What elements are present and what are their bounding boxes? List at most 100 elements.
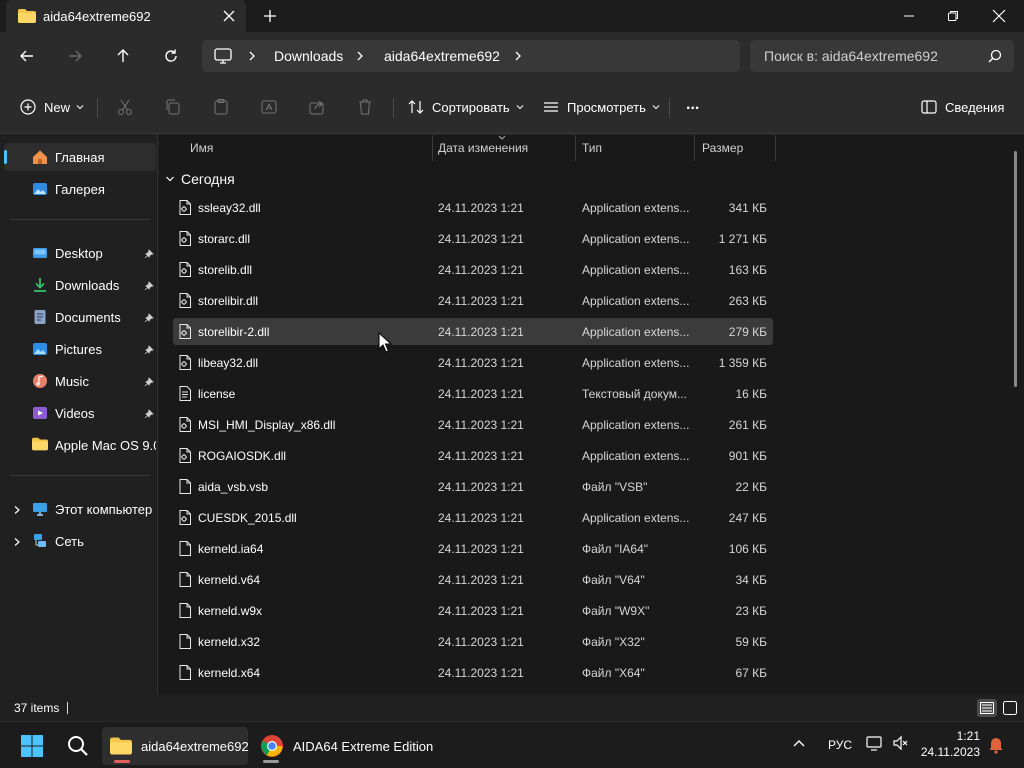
chevron-up-icon[interactable] [792, 737, 806, 751]
chevron-right-icon[interactable] [12, 535, 22, 550]
sidebar-item-music[interactable]: Music [4, 367, 156, 395]
new-tab-icon[interactable] [262, 8, 278, 24]
paste-button[interactable] [212, 96, 230, 118]
file-row[interactable]: kerneld.v64 24.11.2023 1:21 Файл "V64" 34 К… [173, 566, 773, 593]
address-row: Downloads aida64extreme692 Поиск в: aida… [0, 32, 1024, 80]
view-button[interactable]: Просмотреть [543, 96, 660, 118]
pin-icon[interactable] [144, 279, 154, 294]
scrollbar[interactable] [1014, 151, 1017, 387]
file-row[interactable]: license 24.11.2023 1:21 Текстовый докум...… [173, 380, 773, 407]
clock[interactable]: 1:21 24.11.2023 [910, 728, 980, 760]
dll-file-icon [179, 200, 191, 218]
column-size[interactable]: Размер [702, 141, 743, 155]
status-bar: 37 items [0, 695, 1024, 721]
taskbar-explorer[interactable]: aida64extreme692 [102, 727, 249, 765]
network-status-icon[interactable] [866, 735, 884, 754]
cut-button[interactable] [116, 96, 134, 118]
language-indicator[interactable]: РУС [828, 738, 852, 752]
taskbar-chrome[interactable]: AIDA64 Extreme Edition [254, 727, 434, 765]
address-bar[interactable]: Downloads aida64extreme692 [202, 40, 740, 72]
group-header-today[interactable]: Сегодня [165, 171, 235, 187]
file-row[interactable]: storelibir.dll 24.11.2023 1:21 Application… [173, 287, 773, 314]
file-date-modified: 24.11.2023 1:21 [438, 294, 524, 308]
file-name: kerneld.x32 [198, 635, 261, 649]
sidebar-item-gallery[interactable]: Галерея [4, 175, 156, 203]
file-row[interactable]: kerneld.w9x 24.11.2023 1:21 Файл "W9X" 23 К… [173, 597, 773, 624]
copy-button[interactable] [164, 96, 182, 118]
breadcrumb-downloads[interactable]: Downloads [274, 48, 343, 64]
file-row[interactable]: storarc.dll 24.11.2023 1:21 Application ex… [173, 225, 773, 252]
mouse-cursor-icon [378, 332, 392, 353]
file-date-modified: 24.11.2023 1:21 [438, 604, 524, 618]
sidebar-item-network[interactable]: Сеть [4, 527, 156, 555]
notification-bell-icon[interactable] [988, 736, 1004, 757]
tab-aida64extreme692[interactable]: aida64extreme692 [6, 0, 246, 32]
sidebar-item-videos[interactable]: Videos [4, 399, 156, 427]
file-name: license [198, 387, 236, 401]
forward-button[interactable] [63, 44, 87, 68]
file-date-modified: 24.11.2023 1:21 [438, 666, 524, 680]
chevron-right-icon[interactable] [12, 503, 22, 518]
share-button[interactable] [308, 96, 326, 118]
pin-icon[interactable] [144, 407, 154, 422]
home-icon [32, 149, 48, 165]
details-view-button[interactable] [977, 699, 997, 717]
close-window-button[interactable] [976, 0, 1022, 32]
file-row[interactable]: ROGAIOSDK.dll 24.11.2023 1:21 Application … [173, 442, 773, 469]
new-button[interactable]: New [20, 96, 84, 118]
column-type[interactable]: Тип [582, 141, 602, 155]
pin-icon[interactable] [144, 311, 154, 326]
file-row[interactable]: MSI_HMI_Display_x86.dll 24.11.2023 1:21 Ap… [173, 411, 773, 438]
refresh-button[interactable] [159, 44, 183, 68]
tiles-view-button[interactable] [1000, 699, 1020, 717]
rename-button[interactable] [260, 96, 278, 118]
delete-button[interactable] [356, 96, 374, 118]
sidebar-item-documents[interactable]: Documents [4, 303, 156, 331]
sidebar-item-apple-mac-os[interactable]: Apple Mac OS 9.0.4 [4, 431, 156, 459]
file-type: Application extens... [582, 294, 690, 308]
sidebar-item-pictures[interactable]: Pictures [4, 335, 156, 363]
pin-icon[interactable] [144, 343, 154, 358]
back-button[interactable] [15, 44, 39, 68]
details-button[interactable]: Сведения [921, 96, 1004, 118]
sort-button[interactable]: Сортировать [408, 96, 524, 118]
sidebar-item-this-pc[interactable]: Этот компьютер [4, 495, 156, 523]
up-button[interactable] [111, 44, 135, 68]
chevron-down-icon [166, 176, 174, 182]
column-name[interactable]: Имя [190, 141, 213, 155]
sidebar-item-label: Music [55, 374, 89, 389]
file-row[interactable]: storelib.dll 24.11.2023 1:21 Application e… [173, 256, 773, 283]
chevron-right-icon[interactable] [512, 50, 524, 65]
close-tab-icon[interactable] [220, 7, 238, 25]
sidebar-item-home[interactable]: Главная [4, 143, 156, 171]
details-label: Сведения [945, 99, 1005, 115]
dll-file-icon [179, 355, 191, 373]
file-size: 1 271 КБ [718, 232, 767, 246]
search-button[interactable] [60, 727, 96, 765]
file-row[interactable]: kerneld.x64 24.11.2023 1:21 Файл "X64" 67 К… [173, 659, 773, 686]
search-input[interactable]: Поиск в: aida64extreme692 [750, 40, 1014, 72]
sidebar-item-desktop[interactable]: Desktop [4, 239, 156, 267]
pin-icon[interactable] [144, 247, 154, 262]
chevron-right-icon [246, 50, 258, 65]
file-row[interactable]: aida_vsb.vsb 24.11.2023 1:21 Файл "VSB" 22 … [173, 473, 773, 500]
file-row[interactable]: CUESDK_2015.dll 24.11.2023 1:21 Applicatio… [173, 504, 773, 531]
minimize-button[interactable] [886, 0, 932, 32]
maximize-button[interactable] [930, 0, 976, 32]
file-size: 901 КБ [728, 449, 767, 463]
file-row[interactable]: kerneld.x32 24.11.2023 1:21 Файл "X32" 59 К… [173, 628, 773, 655]
pin-icon[interactable] [144, 375, 154, 390]
chevron-down-icon [76, 105, 84, 110]
sidebar-item-downloads[interactable]: Downloads [4, 271, 156, 299]
more-options-button[interactable]: ... [686, 94, 699, 116]
file-row[interactable]: storelibir-2.dll 24.11.2023 1:21 Applicati… [173, 318, 773, 345]
file-row[interactable]: kerneld.ia64 24.11.2023 1:21 Файл "IA64" 10… [173, 535, 773, 562]
search-icon[interactable] [988, 49, 1002, 66]
file-row[interactable]: ssleay32.dll 24.11.2023 1:21 Application e… [173, 194, 773, 221]
start-button[interactable] [14, 727, 50, 765]
sort-label: Сортировать [432, 99, 510, 115]
breadcrumb-aida64extreme692[interactable]: aida64extreme692 [384, 48, 500, 64]
volume-muted-icon[interactable] [892, 735, 910, 754]
column-date-modified[interactable]: Дата изменения [438, 141, 528, 155]
file-row[interactable]: libeay32.dll 24.11.2023 1:21 Application e… [173, 349, 773, 376]
